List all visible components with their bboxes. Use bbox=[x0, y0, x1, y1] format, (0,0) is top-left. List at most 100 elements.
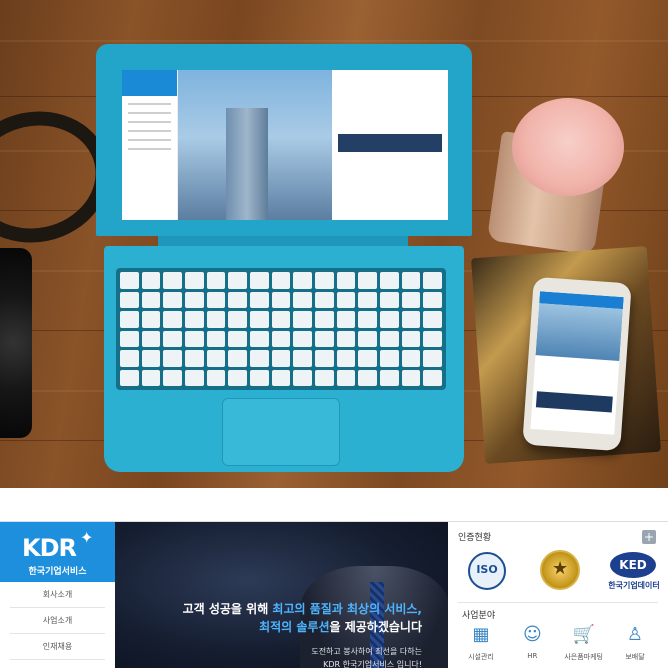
cert-section-title: 인증현황 bbox=[458, 533, 492, 543]
police-badge-icon[interactable]: ★ bbox=[540, 550, 580, 590]
keyboard-key bbox=[358, 291, 377, 308]
keyboard-key bbox=[358, 350, 377, 367]
iso-logo[interactable]: ISO bbox=[468, 552, 506, 590]
keyboard-key bbox=[141, 272, 161, 289]
keyboard-key bbox=[423, 369, 442, 386]
business-item-delivery[interactable]: ♙ 보배달 bbox=[612, 622, 658, 668]
keyboard-key bbox=[293, 330, 312, 347]
cert-more-button[interactable]: + bbox=[642, 530, 656, 544]
keyboard-key bbox=[401, 311, 421, 328]
keyboard-key bbox=[228, 330, 247, 347]
keyboard-key bbox=[184, 291, 204, 308]
keyboard-key bbox=[184, 369, 204, 386]
building-icon: ▦ bbox=[472, 624, 490, 645]
keyboard-key bbox=[401, 272, 421, 289]
business-label: 시설관리 bbox=[468, 653, 494, 661]
nav-item-careers[interactable]: 인재채용 bbox=[10, 634, 105, 660]
smartphone bbox=[522, 276, 632, 452]
keyboard-key bbox=[120, 369, 139, 386]
left-navigation: KDR ✦ 한국기업서비스 회사소개 사업소개 인재채용 bbox=[0, 522, 115, 668]
keyboard-key bbox=[184, 311, 204, 328]
keyboard-key bbox=[163, 330, 182, 347]
cert-logos: ISO ★ KED 한국기업데이터 bbox=[458, 548, 660, 598]
keyboard-key bbox=[423, 330, 442, 347]
hero-banner: 고객 성공을 위해 최고의 품질과 최상의 서비스, 최적의 솔루션을 제공하겠… bbox=[115, 522, 448, 668]
keyboard-key bbox=[379, 272, 399, 289]
info-panel: 인증현황 + ISO ★ KED 한국기업데이터 사업분야 ▦ 시설관리 ☺ H… bbox=[448, 522, 668, 668]
keyboard-key bbox=[249, 272, 269, 289]
keyboard-key bbox=[314, 311, 334, 328]
website-preview: KDR ✦ 한국기업서비스 회사소개 사업소개 인재채용 고객 성공을 위해 최… bbox=[0, 521, 668, 668]
business-label: 보배달 bbox=[625, 653, 645, 661]
keyboard-key bbox=[228, 272, 247, 289]
keyboard-key bbox=[293, 369, 312, 386]
keyboard-key bbox=[293, 311, 312, 328]
keyboard-key bbox=[120, 350, 139, 367]
keyboard-key bbox=[120, 272, 139, 289]
keyboard-key bbox=[358, 311, 377, 328]
keyboard-key bbox=[379, 350, 399, 367]
keyboard-key bbox=[401, 350, 421, 367]
keyboard-key bbox=[206, 291, 226, 308]
laptop-screen bbox=[122, 70, 448, 220]
ked-name: 한국기업데이터 bbox=[608, 581, 660, 590]
nav-item-business[interactable]: 사업소개 bbox=[10, 608, 105, 634]
keyboard-key bbox=[271, 330, 291, 347]
keyboard-key bbox=[423, 291, 442, 308]
keyboard-key bbox=[249, 350, 269, 367]
keyboard-key bbox=[314, 330, 334, 347]
coffee-cup bbox=[486, 98, 630, 255]
keyboard-key bbox=[228, 350, 247, 367]
keyboard-key bbox=[271, 272, 291, 289]
keyboard-key bbox=[293, 350, 312, 367]
keyboard-key bbox=[184, 330, 204, 347]
phone-screen bbox=[530, 291, 624, 435]
keyboard-key bbox=[358, 330, 377, 347]
business-label: 사은품마케팅 bbox=[564, 653, 603, 661]
hero-subline-2: KDR 한국기업서비스 입니다! bbox=[323, 660, 422, 668]
keyboard-key bbox=[336, 330, 356, 347]
keyboard-key bbox=[401, 291, 421, 308]
keyboard-key bbox=[358, 272, 377, 289]
keyboard-key bbox=[206, 272, 226, 289]
keyboard-key bbox=[249, 330, 269, 347]
business-item-hr[interactable]: ☺ HR bbox=[509, 622, 555, 668]
delivery-person-icon: ♙ bbox=[626, 624, 644, 645]
business-item-marketing[interactable]: 🛒 사은품마케팅 bbox=[561, 622, 607, 668]
keyboard-key bbox=[336, 291, 356, 308]
ked-logo[interactable]: KED 한국기업데이터 bbox=[604, 552, 664, 592]
keyboard-key bbox=[206, 369, 226, 386]
keyboard-key bbox=[314, 369, 334, 386]
cart-icon: 🛒 bbox=[572, 624, 595, 645]
keyboard-key bbox=[163, 369, 182, 386]
keyboard-key bbox=[163, 272, 182, 289]
keyboard-key bbox=[379, 291, 399, 308]
keyboard-key bbox=[249, 369, 269, 386]
keyboard-key bbox=[314, 350, 334, 367]
laptop-touchpad bbox=[222, 398, 340, 466]
page-root: KDR ✦ 한국기업서비스 회사소개 사업소개 인재채용 고객 성공을 위해 최… bbox=[0, 0, 668, 668]
business-section-title: 사업분야 bbox=[462, 611, 496, 621]
keyboard-key bbox=[358, 369, 377, 386]
nav-item-company[interactable]: 회사소개 bbox=[10, 582, 105, 608]
person-search-icon: ☺ bbox=[522, 624, 542, 645]
keyboard-key bbox=[206, 350, 226, 367]
keyboard-key bbox=[423, 311, 442, 328]
business-item-facility[interactable]: ▦ 시설관리 bbox=[458, 622, 504, 668]
keyboard-key bbox=[141, 291, 161, 308]
keyboard-key bbox=[423, 350, 442, 367]
keyboard-key bbox=[141, 311, 161, 328]
logo-mark: KDR bbox=[22, 534, 77, 562]
keyboard-key bbox=[184, 272, 204, 289]
keyboard-key bbox=[379, 330, 399, 347]
keyboard-key bbox=[249, 311, 269, 328]
brand-logo[interactable]: KDR ✦ 한국기업서비스 bbox=[0, 522, 115, 582]
keyboard-key bbox=[293, 272, 312, 289]
keyboard-key bbox=[141, 350, 161, 367]
keyboard-key bbox=[249, 291, 269, 308]
keyboard-key bbox=[379, 369, 399, 386]
section-divider bbox=[458, 602, 658, 603]
keyboard-key bbox=[336, 369, 356, 386]
keyboard-key bbox=[271, 311, 291, 328]
keyboard-key bbox=[423, 272, 442, 289]
